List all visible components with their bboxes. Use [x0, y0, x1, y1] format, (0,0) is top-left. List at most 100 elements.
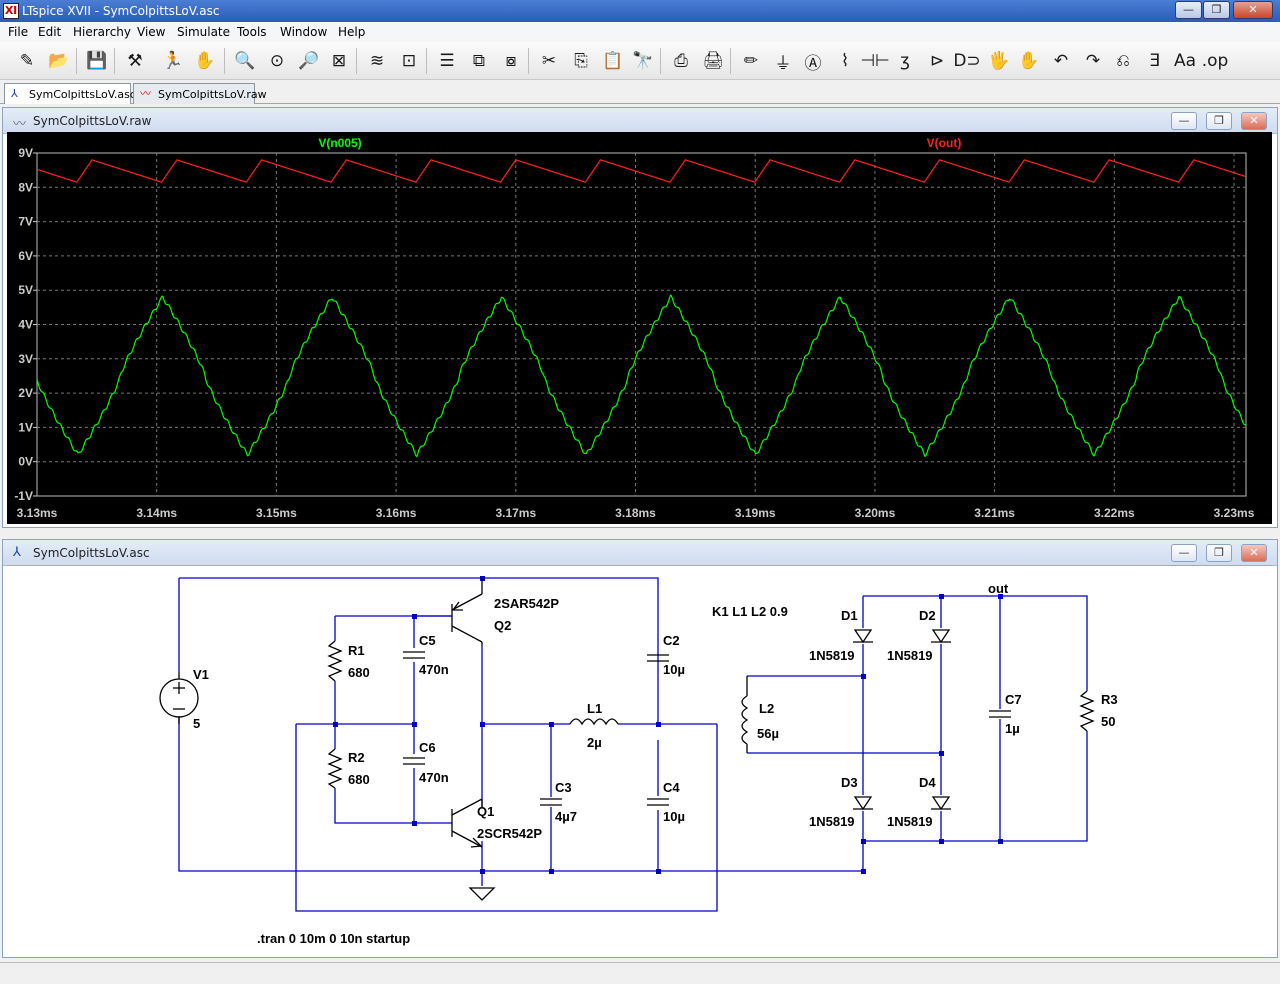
- rotate-icon[interactable]: ⎌: [1110, 48, 1136, 74]
- copy-icon[interactable]: ⎘: [568, 48, 594, 74]
- draw-wire-icon[interactable]: ✏: [738, 48, 764, 74]
- menu-edit[interactable]: Edit: [38, 25, 61, 39]
- maximize-button[interactable]: ❐: [1203, 1, 1230, 19]
- label-q1-value[interactable]: 2SCR542P: [477, 826, 542, 841]
- label-l2-ref[interactable]: L2: [759, 701, 774, 716]
- cascade-icon[interactable]: ⧉: [466, 48, 492, 74]
- minimize-button[interactable]: —: [1175, 1, 1202, 19]
- label-c3-value[interactable]: 4µ7: [555, 809, 577, 824]
- spice-directive-icon[interactable]: .op: [1202, 48, 1229, 74]
- trace-vout[interactable]: [36, 159, 1246, 183]
- label-q2-value[interactable]: 2SAR542P: [494, 596, 559, 611]
- waveform-close-button[interactable]: ✕: [1241, 112, 1267, 130]
- capacitor-c6[interactable]: [403, 757, 425, 765]
- zoom-out-icon[interactable]: 🔎: [296, 48, 322, 74]
- drag-icon[interactable]: ✋: [1016, 48, 1042, 74]
- control-panel-icon[interactable]: ⚒: [122, 48, 148, 74]
- diode-d3[interactable]: [853, 796, 873, 811]
- label-r2-value[interactable]: 680: [348, 772, 370, 787]
- label-c3-ref[interactable]: C3: [555, 780, 572, 795]
- tile-vertical-icon[interactable]: ⧇: [498, 48, 524, 74]
- label-r1-ref[interactable]: R1: [348, 643, 365, 658]
- trace-label-vn005[interactable]: V(n005): [318, 136, 361, 150]
- waveform-chart[interactable]: 3.13ms 3.14ms 3.15ms 3.16ms 3.17ms 3.18ms 3.19…: [7, 132, 1272, 524]
- schematic-minimize-button[interactable]: —: [1171, 544, 1197, 562]
- diode-d2[interactable]: [931, 629, 951, 644]
- transistor-q2[interactable]: [451, 578, 483, 646]
- find-icon[interactable]: 🔭: [630, 48, 656, 74]
- halt-icon[interactable]: ✋: [192, 48, 218, 74]
- resistor-r1[interactable]: [327, 640, 343, 682]
- label-c5-ref[interactable]: C5: [419, 633, 436, 648]
- zoom-in-icon[interactable]: 🔍: [232, 48, 258, 74]
- label-d1-value[interactable]: 1N5819: [809, 648, 855, 663]
- label-net-icon[interactable]: Ⓐ: [800, 48, 826, 74]
- schematic-close-button[interactable]: ✕: [1241, 544, 1267, 562]
- label-r2-ref[interactable]: R2: [348, 750, 365, 765]
- save-icon[interactable]: 💾: [84, 48, 110, 74]
- label-d3-value[interactable]: 1N5819: [809, 814, 855, 829]
- capacitor-c7[interactable]: [989, 710, 1011, 718]
- label-c7-value[interactable]: 1µ: [1005, 721, 1020, 736]
- tile-horizontal-icon[interactable]: ☰: [434, 48, 460, 74]
- label-l1-ref[interactable]: L1: [587, 701, 602, 716]
- ground-symbol[interactable]: [468, 887, 496, 901]
- inductor-l2[interactable]: [741, 695, 749, 745]
- cut-icon[interactable]: ✂: [536, 48, 562, 74]
- label-c2-ref[interactable]: C2: [663, 633, 680, 648]
- menu-help[interactable]: Help: [338, 25, 365, 39]
- waveform-minimize-button[interactable]: —: [1171, 112, 1197, 130]
- coupling-directive[interactable]: K1 L1 L2 0.9: [712, 604, 788, 619]
- inductor-icon[interactable]: ʒ: [892, 48, 918, 74]
- diode-d4[interactable]: [931, 796, 951, 811]
- text-icon[interactable]: Aa: [1172, 48, 1198, 74]
- ground-icon[interactable]: ⏚: [770, 48, 796, 74]
- label-v1-value[interactable]: 5: [193, 716, 200, 731]
- waveform-plot[interactable]: 3.13ms 3.14ms 3.15ms 3.16ms 3.17ms 3.18ms 3.19…: [7, 132, 1272, 524]
- menu-simulate[interactable]: Simulate: [177, 25, 230, 39]
- label-r1-value[interactable]: 680: [348, 665, 370, 680]
- pick-visible-traces-icon[interactable]: ⊡: [396, 48, 422, 74]
- capacitor-icon[interactable]: ⊣⊢: [860, 48, 890, 74]
- label-d2-ref[interactable]: D2: [919, 608, 936, 623]
- label-d3-ref[interactable]: D3: [841, 775, 858, 790]
- close-button[interactable]: ✕: [1233, 1, 1273, 19]
- resistor-r3[interactable]: [1079, 690, 1095, 732]
- schematic-drawing[interactable]: V1 5 R1 680 R2 680 C5 470n C6 470n 2SAR542P Q2 Q1 2SC…: [7, 566, 1272, 956]
- schematic-window-titlebar[interactable]: ⅄ SymColpittsLoV.asc — ❐ ✕: [3, 540, 1277, 566]
- waveform-window-titlebar[interactable]: 〰 SymColpittsLoV.raw — ❐ ✕: [3, 108, 1277, 134]
- diode-d1[interactable]: [853, 629, 873, 644]
- menu-file[interactable]: File: [8, 25, 28, 39]
- print-icon[interactable]: ⎙: [668, 48, 694, 74]
- label-v1-ref[interactable]: V1: [193, 667, 209, 682]
- trace-vn005[interactable]: [36, 294, 1246, 458]
- label-r3-ref[interactable]: R3: [1101, 692, 1118, 707]
- undo-icon[interactable]: ↶: [1048, 48, 1074, 74]
- label-r3-value[interactable]: 50: [1101, 714, 1115, 729]
- net-label-out[interactable]: out: [988, 581, 1009, 596]
- schematic-canvas[interactable]: V1 5 R1 680 R2 680 C5 470n C6 470n 2SAR542P Q2 Q1 2SC…: [7, 565, 1272, 955]
- window-titlebar[interactable]: Ⅺ LTspice XVII - SymColpittsLoV.asc — ❐ …: [0, 0, 1280, 22]
- paste-icon[interactable]: 📋: [600, 48, 626, 74]
- menu-hierarchy[interactable]: Hierarchy: [73, 25, 131, 39]
- pan-icon[interactable]: ⊙: [264, 48, 290, 74]
- capacitor-c4[interactable]: [647, 798, 669, 806]
- inductor-l1[interactable]: [569, 718, 619, 726]
- capacitor-c5[interactable]: [403, 651, 425, 659]
- schematic-maximize-button[interactable]: ❐: [1206, 544, 1232, 562]
- label-l2-value[interactable]: 56µ: [757, 726, 779, 741]
- label-d2-value[interactable]: 1N5819: [887, 648, 933, 663]
- label-l1-value[interactable]: 2µ: [587, 735, 602, 750]
- label-d4-ref[interactable]: D4: [919, 775, 936, 790]
- tab-schematic[interactable]: ⅄ SymColpittsLoV.asc: [4, 83, 136, 104]
- wire[interactable]: [334, 788, 452, 824]
- label-c7-ref[interactable]: C7: [1005, 692, 1022, 707]
- label-c6-ref[interactable]: C6: [419, 740, 436, 755]
- label-c2-value[interactable]: 10µ: [663, 662, 685, 677]
- print-setup-icon[interactable]: 🖨: [700, 48, 726, 74]
- capacitor-c3[interactable]: [540, 798, 562, 806]
- open-icon[interactable]: 📂: [46, 48, 72, 74]
- mirror-icon[interactable]: Ǝ: [1142, 48, 1168, 74]
- waveform-maximize-button[interactable]: ❐: [1206, 112, 1232, 130]
- label-d4-value[interactable]: 1N5819: [887, 814, 933, 829]
